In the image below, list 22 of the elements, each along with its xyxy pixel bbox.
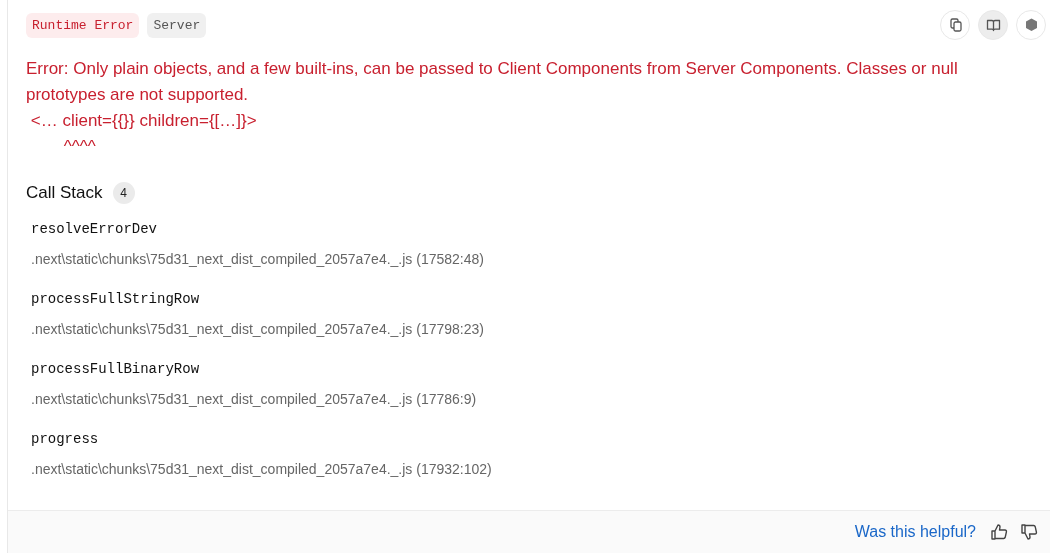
function-name: resolveErrorDev xyxy=(31,220,159,239)
call-stack-title: Call Stack xyxy=(26,183,103,203)
frame-count: 4 xyxy=(112,182,135,204)
source-location[interactable]: .next\static\chunks\75d31_next_dist_compiled_2057a7e4._.js (17798:23) xyxy=(31,319,1046,339)
nodejs-button[interactable] xyxy=(1016,10,1046,40)
error-message: Error: Only plain objects, and a few built-ins, can be passed to Client Components from Server Components. Classes or null prototypes are not supported. <… client={{}} children={[…]}> ^^^^ xyxy=(26,58,959,158)
thumbs-up-icon xyxy=(989,522,1009,542)
thumbs-down-icon xyxy=(1019,522,1039,542)
environment-label: Server xyxy=(147,12,207,38)
docs-button[interactable] xyxy=(978,10,1008,40)
error-type-label: Runtime Error xyxy=(26,12,140,38)
feedback-question: Was this helpful? xyxy=(854,523,976,541)
source-location[interactable]: .next\static\chunks\75d31_next_dist_compiled_2057a7e4._.js (17786:9) xyxy=(31,389,1046,409)
hexagon-icon xyxy=(1023,17,1039,33)
function-name: processFullBinaryRow xyxy=(31,360,201,379)
source-location[interactable]: .next\static\chunks\75d31_next_dist_compiled_2057a7e4._.js (17932:102) xyxy=(31,459,1046,479)
function-name: processFullStringRow xyxy=(31,290,201,309)
copy-icon xyxy=(947,17,963,33)
source-location[interactable]: .next\static\chunks\75d31_next_dist_compiled_2057a7e4._.js (17582:48) xyxy=(31,249,1046,269)
copy-button[interactable] xyxy=(940,10,970,40)
function-name: progress xyxy=(31,430,100,449)
book-icon xyxy=(985,17,1001,33)
